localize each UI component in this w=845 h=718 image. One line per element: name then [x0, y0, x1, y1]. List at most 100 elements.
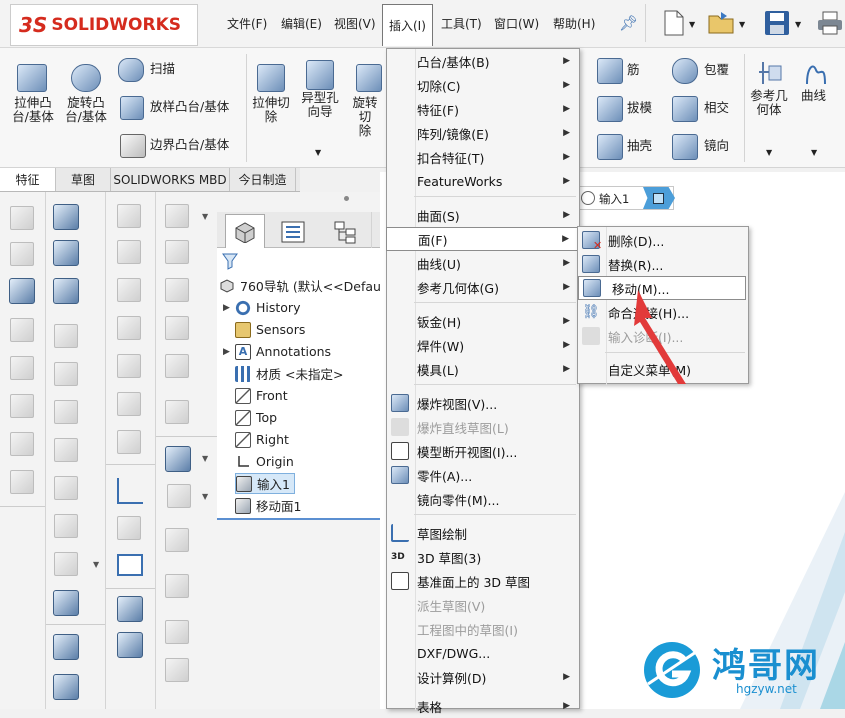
surface-icon[interactable] — [117, 316, 141, 340]
menu-help[interactable]: 帮助(H) — [553, 0, 595, 46]
save-icon[interactable] — [763, 9, 791, 37]
menu-item-tables[interactable]: 表格 ▶ — [386, 694, 580, 718]
chevron-down-icon[interactable]: ▼ — [93, 560, 99, 569]
menu-item-molds[interactable]: 模具(L) ▶ — [386, 357, 580, 381]
paperclip-icon[interactable] — [165, 240, 189, 264]
surface-icon[interactable] — [117, 392, 141, 416]
table-icon[interactable] — [165, 574, 189, 598]
assembly-icon[interactable] — [165, 316, 189, 340]
chevron-down-icon[interactable]: ▼ — [689, 20, 695, 29]
propertymanager-icon[interactable] — [280, 220, 306, 244]
intersect-label[interactable]: 相交 — [704, 101, 729, 115]
tab-features[interactable]: 特征 — [0, 168, 56, 191]
surface-icon[interactable] — [117, 240, 141, 264]
revolve-cut-label[interactable]: 旋转切 除 — [348, 96, 382, 138]
menu-item-face[interactable]: 面(F) ▶ — [386, 227, 580, 251]
sheetmetal-icon[interactable] — [54, 514, 78, 538]
surface-icon[interactable] — [117, 430, 141, 454]
menu-file[interactable]: 文件(F) — [227, 0, 267, 46]
loft-boss-label[interactable]: 放样凸台/基体 — [150, 100, 229, 114]
menu-window[interactable]: 窗口(W) — [494, 0, 539, 46]
tree-item-front-plane[interactable]: Front — [235, 385, 288, 406]
weldment-icon[interactable] — [53, 590, 79, 616]
menu-insert[interactable]: 插入(I) — [382, 4, 433, 46]
intersect-icon[interactable] — [672, 96, 698, 122]
assembly-icon[interactable] — [165, 278, 189, 302]
sheetmetal-icon[interactable] — [54, 400, 78, 424]
chevron-down-icon[interactable]: ▼ — [766, 148, 772, 157]
tree-item-annotations[interactable]: ▶ A Annotations — [223, 341, 331, 362]
menu-item-weldments[interactable]: 焊件(W) ▶ — [386, 333, 580, 357]
sweep-label[interactable]: 扫描 — [150, 62, 175, 76]
menu-item-surface[interactable]: 曲面(S) ▶ — [386, 203, 580, 227]
draft-icon[interactable] — [597, 96, 623, 122]
extrude-boss-label[interactable]: 拉伸凸 台/基体 — [7, 96, 59, 124]
plane-icon[interactable] — [167, 484, 191, 508]
menu-item-3d-sketch[interactable]: 3D 3D 草图(3) — [386, 545, 580, 569]
mold-icon[interactable] — [53, 674, 79, 700]
boundary-boss-label[interactable]: 边界凸台/基体 — [150, 138, 229, 152]
surface-icon[interactable] — [117, 204, 141, 228]
tree-item-origin[interactable]: Origin — [235, 451, 294, 472]
menu-item-delete-face[interactable]: ✕ 删除(D)... — [577, 228, 749, 252]
draft-label[interactable]: 拔模 — [627, 101, 652, 115]
feature-icon[interactable] — [117, 632, 143, 658]
extrude-cut-icon[interactable] — [257, 64, 285, 92]
breadcrumb-item[interactable]: 输入1 — [599, 191, 629, 207]
mirror-icon[interactable] — [672, 134, 698, 160]
extrude-cut-label[interactable]: 拉伸切 除 — [247, 96, 295, 124]
menu-item-cut[interactable]: 切除(C) ▶ — [386, 73, 580, 97]
pin-icon[interactable]: 📌︎ — [619, 14, 638, 32]
hole-wizard-icon[interactable] — [306, 60, 334, 90]
shell-label[interactable]: 抽壳 — [627, 139, 652, 153]
annotation-icon[interactable] — [10, 206, 34, 230]
tree-root[interactable]: 760导轨 (默认<<Default — [219, 275, 389, 296]
annotation-icon[interactable] — [9, 278, 35, 304]
tool-icon[interactable] — [165, 658, 189, 682]
tab-manufacture[interactable]: 今日制造 — [230, 168, 296, 191]
menu-item-3d-sketch-on-plane[interactable]: 基准面上的 3D 草图 — [386, 569, 580, 593]
open-folder-icon[interactable] — [707, 9, 735, 35]
menu-item-model-break-view[interactable]: 模型断开视图(I)... — [386, 439, 580, 463]
menu-tools[interactable]: 工具(T) — [441, 0, 482, 46]
chevron-down-icon[interactable]: ▼ — [795, 20, 801, 29]
boundary-boss-icon[interactable] — [120, 134, 146, 158]
hole-wizard-label[interactable]: 异型孔 向导 — [296, 91, 344, 119]
tab-mbd[interactable]: SOLIDWORKS MBD — [111, 168, 230, 191]
mirror-label[interactable]: 镜向 — [704, 139, 729, 153]
print-icon[interactable] — [816, 10, 844, 36]
revolve-boss-label[interactable]: 旋转凸 台/基体 — [60, 96, 112, 124]
sketch-icon[interactable] — [117, 478, 143, 504]
menu-item-dxf-dwg[interactable]: DXF/DWG... — [386, 641, 580, 665]
menu-item-mirror-part[interactable]: 镜向零件(M)... — [386, 487, 580, 511]
solidworks-logo[interactable]: 3S SOLIDWORKS — [10, 4, 198, 46]
tree-item-right-plane[interactable]: Right — [235, 429, 289, 450]
chevron-down-icon[interactable]: ▼ — [315, 148, 321, 157]
tab-sketch[interactable]: 草图 — [56, 168, 111, 191]
tree-item-top-plane[interactable]: Top — [235, 407, 277, 428]
tool-icon[interactable] — [165, 620, 189, 644]
menu-item-sheet-metal[interactable]: 钣金(H) ▶ — [386, 309, 580, 333]
tree-item-sensors[interactable]: Sensors — [235, 319, 305, 340]
reference-geometry-icon[interactable] — [755, 58, 785, 88]
sheetmetal-icon[interactable] — [53, 240, 79, 266]
chevron-down-icon[interactable]: ▼ — [202, 492, 208, 501]
tree-item-history[interactable]: ▶ History — [223, 297, 300, 318]
sheetmetal-icon[interactable] — [54, 552, 78, 576]
menu-item-featureworks[interactable]: FeatureWorks ▶ — [386, 169, 580, 193]
curves-label[interactable]: 曲线 — [801, 89, 826, 103]
menu-item-replace-face[interactable]: 替换(R)... — [577, 252, 749, 276]
assembly-icon[interactable] — [165, 400, 189, 424]
hole-icon[interactable] — [165, 446, 191, 472]
mold-icon[interactable] — [53, 634, 79, 660]
shell-icon[interactable] — [597, 134, 623, 160]
surface-icon[interactable] — [117, 278, 141, 302]
annotation-icon[interactable] — [10, 318, 34, 342]
feature-icon[interactable] — [117, 596, 143, 622]
assembly-icon[interactable] — [165, 354, 189, 378]
sweep-icon[interactable] — [118, 58, 144, 82]
tree-item-material[interactable]: 材质 <未指定> — [235, 363, 343, 384]
gear-icon[interactable] — [165, 528, 189, 552]
wrap-label[interactable]: 包覆 — [704, 63, 729, 77]
menu-item-design-study[interactable]: 设计算例(D) ▶ — [386, 665, 580, 689]
